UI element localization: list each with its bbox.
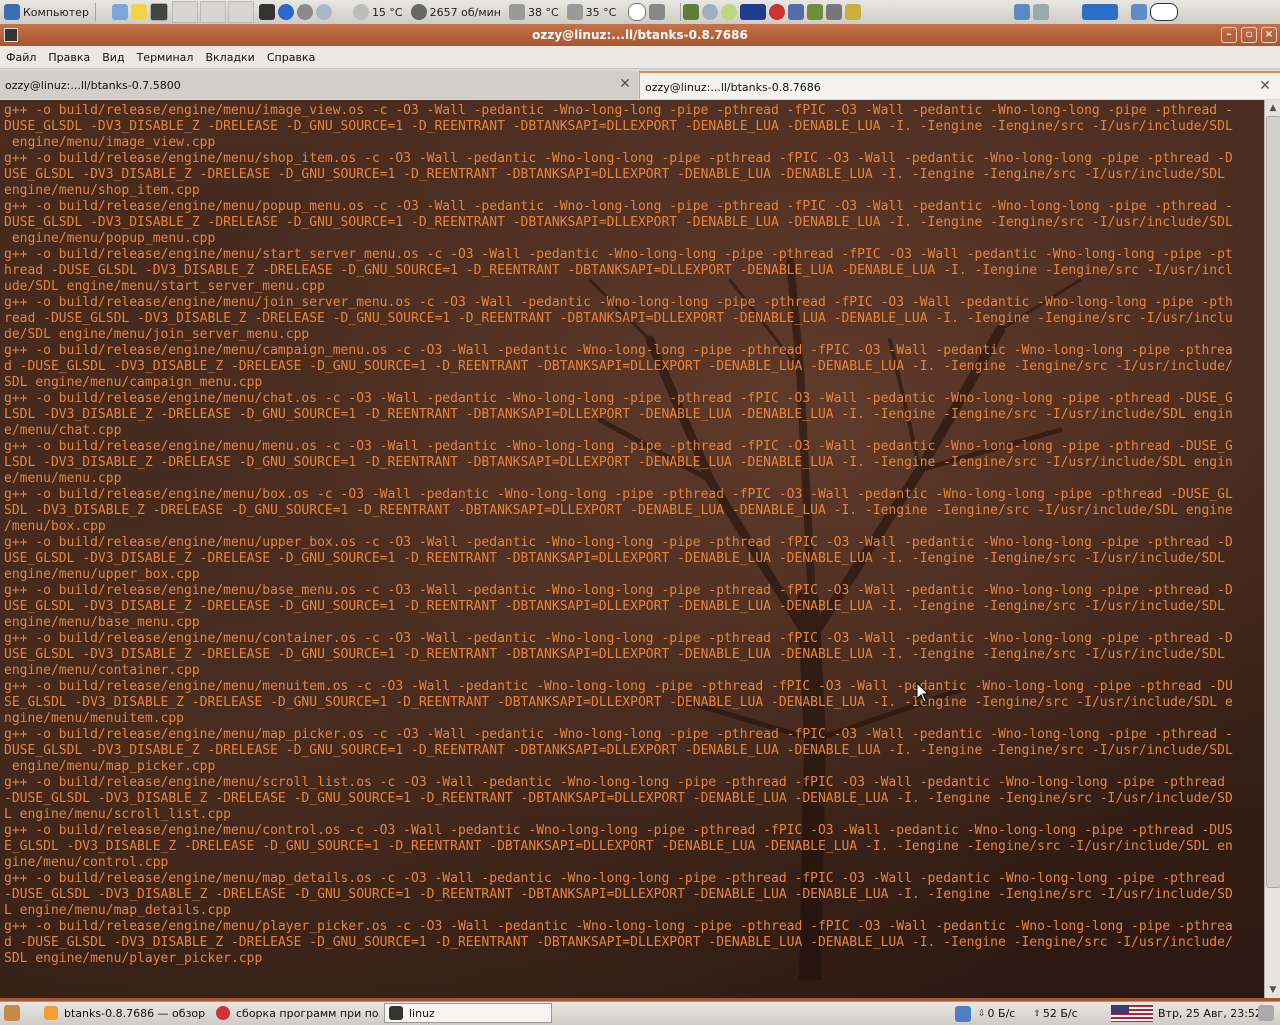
- window-title: ozzy@linuz:...ll/btanks-0.8.7686: [532, 28, 748, 42]
- bottom-panel: btanks-0.8.7686 — обзор сборка программ …: [0, 1001, 1280, 1025]
- menu-file[interactable]: Файл: [0, 51, 42, 64]
- tab-label: ozzy@linuz:...ll/btanks-0.8.7686: [645, 81, 821, 94]
- computer-icon: [4, 4, 20, 20]
- tray-icon[interactable]: [1033, 4, 1050, 20]
- disk-icon: [566, 4, 583, 20]
- close-button[interactable]: ×: [1261, 27, 1277, 43]
- tray-icon[interactable]: [769, 4, 786, 20]
- minimize-button[interactable]: –: [1221, 27, 1237, 43]
- cpu-temperature: 38 °C: [527, 5, 559, 19]
- hdd-temp-applet[interactable]: 35 °C: [563, 0, 621, 24]
- tray-icon[interactable]: [702, 4, 719, 20]
- scrollbar-thumb[interactable]: [1266, 116, 1280, 888]
- weather-applet[interactable]: 15 °C: [349, 0, 407, 24]
- workspace-2[interactable]: [199, 1, 226, 23]
- show-desktop-icon[interactable]: [4, 1005, 20, 1021]
- browser-icon: [216, 1006, 230, 1020]
- workspace-3[interactable]: [227, 1, 254, 23]
- tray-icon[interactable]: [826, 4, 843, 20]
- places-menu[interactable]: Компьютер: [0, 0, 93, 24]
- fan-icon: [410, 4, 427, 20]
- uk-flag-icon[interactable]: [740, 4, 767, 20]
- menu-help[interactable]: Справка: [261, 51, 321, 64]
- terminal-output[interactable]: g++ -o build/release/engine/menu/image_v…: [0, 100, 1264, 998]
- search-icon[interactable]: [315, 4, 332, 20]
- menu-terminal[interactable]: Терминал: [131, 51, 200, 64]
- terminal-icon[interactable]: [258, 4, 275, 20]
- clock-text: Втр, 25 Авг, 23:52: [1158, 1007, 1262, 1020]
- tray-icon[interactable]: [807, 4, 824, 20]
- tray-icon[interactable]: [788, 4, 805, 20]
- battery-icon[interactable]: [683, 4, 700, 20]
- terminal-text[interactable]: g++ -o build/release/engine/menu/image_v…: [4, 103, 1262, 967]
- tab-btanks-0-8[interactable]: ozzy@linuz:...ll/btanks-0.8.7686 ✕: [639, 71, 1280, 99]
- record-icon[interactable]: [628, 3, 647, 21]
- cpu-temp-applet[interactable]: 38 °C: [505, 0, 563, 24]
- tray-icon[interactable]: [721, 4, 738, 20]
- top-panel: Компьютер 15 °C 2657 об/мин 38 °C 35 °C: [0, 0, 1280, 25]
- task-browser[interactable]: сборка программ при по...: [212, 1003, 380, 1023]
- menu-edit[interactable]: Правка: [42, 51, 96, 64]
- hdd-temperature: 35 °C: [585, 5, 617, 19]
- gear-icon[interactable]: [296, 4, 313, 20]
- notes-icon[interactable]: [130, 4, 147, 20]
- tray-icon[interactable]: [1014, 4, 1031, 20]
- terminal-launcher-icon[interactable]: [149, 3, 168, 21]
- us-flag-icon[interactable]: [1111, 1005, 1153, 1022]
- eyes-icon[interactable]: [1150, 3, 1179, 21]
- fan-applet[interactable]: 2657 об/мин: [407, 0, 505, 24]
- scroll-up-icon[interactable]: ▲: [1266, 101, 1280, 115]
- network-icon: [955, 1005, 971, 1022]
- tray-icon[interactable]: [1131, 4, 1148, 20]
- tab-label: ozzy@linuz:...ll/btanks-0.7.5800: [5, 79, 181, 92]
- terminal-icon: [389, 1006, 403, 1020]
- menu-view[interactable]: Вид: [96, 51, 130, 64]
- browser-icon[interactable]: [277, 4, 294, 20]
- task-label: сборка программ при по...: [236, 1006, 380, 1020]
- tray-icon[interactable]: [845, 4, 862, 20]
- trash-icon[interactable]: [1258, 1005, 1274, 1021]
- places-label: Компьютер: [23, 5, 89, 19]
- net-upload: 52 Б/с: [1042, 1007, 1078, 1020]
- terminal-scrollbar[interactable]: ▲ ▼: [1264, 100, 1280, 998]
- download-icon: ⇩: [978, 1008, 986, 1019]
- close-tab-icon[interactable]: ✕: [1258, 79, 1272, 93]
- weather-icon: [352, 4, 369, 20]
- menu-tabs[interactable]: Вкладки: [199, 51, 260, 64]
- clock[interactable]: Втр, 25 Авг, 23:52: [1158, 1005, 1262, 1022]
- chip-icon: [508, 4, 525, 20]
- workspace-1[interactable]: [171, 1, 198, 23]
- tab-btanks-0-7[interactable]: ozzy@linuz:...ll/btanks-0.7.5800 ✕: [0, 71, 638, 99]
- task-terminal[interactable]: linuz: [384, 1003, 552, 1023]
- panel-separator: [680, 3, 682, 21]
- mouse-cursor-icon: [916, 682, 930, 703]
- net-download: 0 Б/с: [987, 1007, 1016, 1020]
- network-applet[interactable]: ⇩ 0 Б/с ⇧ 52 Б/с: [955, 1005, 1078, 1022]
- window-titlebar[interactable]: ozzy@linuz:...ll/btanks-0.8.7686 – ▫ ×: [0, 24, 1280, 46]
- task-btanks-overview[interactable]: btanks-0.8.7686 — обзор: [40, 1003, 206, 1023]
- volume-icon[interactable]: [649, 4, 666, 20]
- task-label: linuz: [409, 1006, 435, 1020]
- maximize-button[interactable]: ▫: [1241, 27, 1257, 43]
- task-label: btanks-0.8.7686 — обзор: [64, 1006, 206, 1020]
- fan-speed: 2657 об/мин: [429, 5, 501, 19]
- upload-icon: ⇧: [1033, 1008, 1041, 1019]
- menubar: Файл Правка Вид Терминал Вкладки Справка: [0, 46, 1280, 69]
- close-tab-icon[interactable]: ✕: [618, 77, 632, 91]
- show-desktop-icon[interactable]: [1082, 4, 1119, 20]
- weather-temperature: 15 °C: [371, 5, 403, 19]
- network-settings-icon[interactable]: [111, 4, 128, 20]
- panel-separator: [94, 3, 96, 21]
- file-manager-icon: [44, 1006, 58, 1020]
- scroll-down-icon[interactable]: ▼: [1266, 983, 1280, 997]
- tab-bar: ozzy@linuz:...ll/btanks-0.7.5800 ✕ ozzy@…: [0, 69, 1280, 101]
